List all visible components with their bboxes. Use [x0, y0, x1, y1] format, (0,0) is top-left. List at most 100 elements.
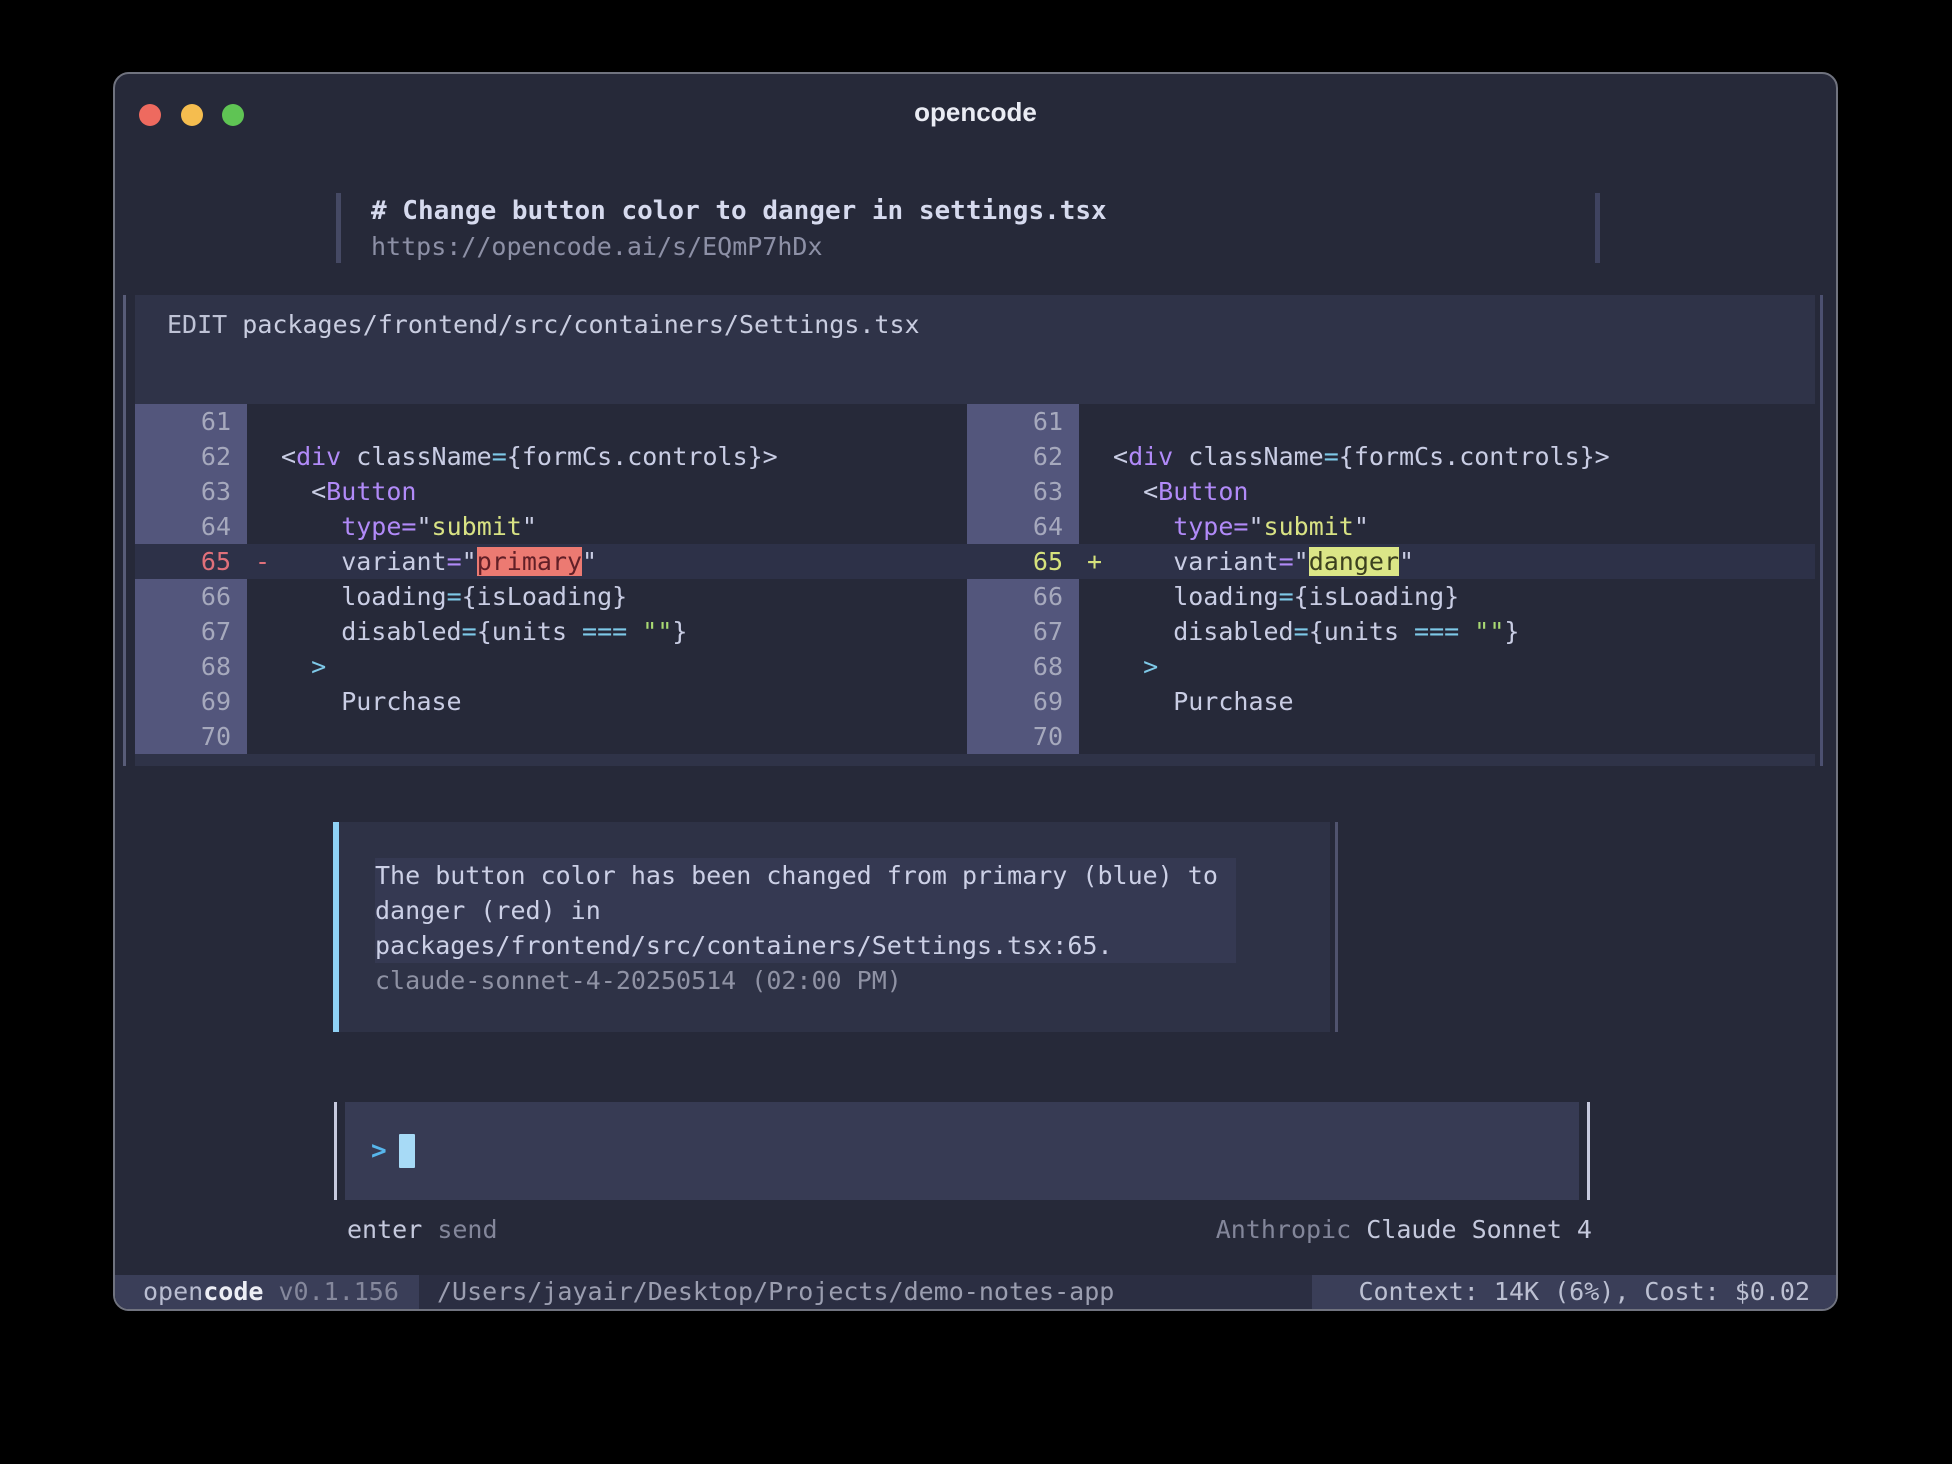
send-action-label: send	[437, 1215, 497, 1244]
app-version: v0.1.156	[279, 1277, 399, 1306]
app-version-segment: opencode v0.1.156	[115, 1275, 419, 1309]
code-text: Purchase	[281, 684, 462, 719]
enter-key-label: enter	[347, 1215, 422, 1244]
line-number: 68	[967, 649, 1079, 684]
code-text: <Button	[281, 474, 416, 509]
line-number: 69	[967, 684, 1079, 719]
window-title: opencode	[115, 74, 1836, 150]
line-number: 61	[967, 404, 1079, 439]
diff-marker	[247, 649, 281, 684]
line-number: 63	[135, 474, 247, 509]
code-text: Purchase	[1113, 684, 1294, 719]
diff-marker	[1079, 684, 1113, 719]
assistant-message-line: danger (red) in	[375, 893, 1218, 928]
diff-line: 67 disabled={units === ""}	[135, 614, 967, 649]
code-text: disabled={units === ""}	[281, 614, 687, 649]
diff-marker	[1079, 579, 1113, 614]
line-number: 67	[967, 614, 1079, 649]
prompt-input[interactable]: >	[345, 1102, 1579, 1200]
code-text: <div className={formCs.controls}>	[1113, 439, 1610, 474]
opencode-window: opencode # Change button color to danger…	[113, 72, 1838, 1311]
assistant-message-line: packages/frontend/src/containers/Setting…	[375, 928, 1218, 963]
code-text: <Button	[1113, 474, 1248, 509]
diff-marker	[247, 439, 281, 474]
diff-marker	[247, 579, 281, 614]
diff-line: 64type="submit"	[135, 509, 967, 544]
code-text: type="submit"	[1113, 509, 1369, 544]
line-number: 61	[135, 404, 247, 439]
diff-marker: -	[247, 544, 281, 579]
prompt-symbol: >	[371, 1136, 387, 1166]
session-header: # Change button color to danger in setti…	[371, 194, 1107, 264]
edit-panel-scrollbar-right	[1820, 295, 1823, 766]
line-number: 64	[135, 509, 247, 544]
line-number: 70	[135, 719, 247, 754]
diff-line: 69 Purchase	[135, 684, 967, 719]
model-label: Claude Sonnet 4	[1366, 1215, 1592, 1244]
close-button[interactable]	[139, 104, 161, 126]
diff-marker	[247, 509, 281, 544]
assistant-message: The button color has been changed from p…	[339, 822, 1330, 1032]
diff-line: 65-variant="primary"	[135, 544, 967, 579]
line-number: 65	[135, 544, 247, 579]
hints-row: enter send Anthropic Claude Sonnet 4	[347, 1212, 1592, 1247]
diff-line: 64 type="submit"	[967, 509, 1815, 544]
code-text: >	[1113, 649, 1158, 684]
send-hint: enter send	[347, 1212, 498, 1247]
line-number: 65	[967, 544, 1079, 579]
diff-line: 63 <Button	[967, 474, 1815, 509]
diff-marker	[247, 474, 281, 509]
code-text: variant="danger"	[1113, 544, 1414, 579]
line-number: 70	[967, 719, 1079, 754]
diff-marker	[1079, 439, 1113, 474]
diff-line: 69 Purchase	[967, 684, 1815, 719]
model-indicator: Anthropic Claude Sonnet 4	[1216, 1212, 1592, 1247]
line-number: 62	[135, 439, 247, 474]
app-name: open	[143, 1277, 203, 1306]
diff-marker: +	[1079, 544, 1113, 579]
line-number: 64	[967, 509, 1079, 544]
diff-line: 63 <Button	[135, 474, 967, 509]
diff-marker	[1079, 474, 1113, 509]
working-directory: /Users/jayair/Desktop/Projects/demo-note…	[437, 1275, 1114, 1309]
diff-marker	[247, 684, 281, 719]
line-number: 66	[135, 579, 247, 614]
diff-marker	[247, 614, 281, 649]
line-number: 67	[135, 614, 247, 649]
diff-line: 62 <div className={formCs.controls}>	[967, 439, 1815, 474]
diff-marker	[1079, 719, 1113, 754]
session-header-left-bar	[336, 193, 341, 263]
code-text: variant="primary"	[281, 544, 597, 579]
diff-line: 68>	[135, 649, 967, 684]
assistant-message-meta: claude-sonnet-4-20250514 (02:00 PM)	[375, 963, 1330, 998]
session-share-url[interactable]: https://opencode.ai/s/EQmP7hDx	[371, 229, 1107, 264]
diff-line: 61	[135, 404, 967, 439]
diff-line: 68 >	[967, 649, 1815, 684]
zoom-button[interactable]	[222, 104, 244, 126]
code-text: loading={isLoading}	[281, 579, 627, 614]
diff-line: 66loading={isLoading}	[967, 579, 1815, 614]
code-text: <div className={formCs.controls}>	[281, 439, 778, 474]
diff-line: 70	[135, 719, 967, 754]
line-number: 68	[135, 649, 247, 684]
diff-line: 62 <div className={formCs.controls}>	[135, 439, 967, 474]
edit-panel-scrollbar-left	[123, 295, 126, 766]
assistant-message-line: The button color has been changed from p…	[375, 858, 1218, 893]
diff-line: 67 disabled={units === ""}	[967, 614, 1815, 649]
diff-line: 61	[967, 404, 1815, 439]
line-number: 63	[967, 474, 1079, 509]
code-text: disabled={units === ""}	[1113, 614, 1519, 649]
diff-marker	[247, 404, 281, 439]
line-number: 69	[135, 684, 247, 719]
edit-tool-label: EDIT	[167, 310, 227, 339]
diff-marker	[1079, 509, 1113, 544]
minimize-button[interactable]	[181, 104, 203, 126]
status-bar: opencode v0.1.156 /Users/jayair/Desktop/…	[115, 1275, 1836, 1309]
diff-marker	[247, 719, 281, 754]
diff-line: 65+variant="danger"	[967, 544, 1815, 579]
diff-pane-right: 6162 <div className={formCs.controls}> 63 <…	[967, 404, 1815, 754]
diff-marker	[1079, 614, 1113, 649]
edit-tool-panel: EDIT packages/frontend/src/containers/Se…	[135, 295, 1815, 766]
diff-marker	[1079, 404, 1113, 439]
line-number: 62	[967, 439, 1079, 474]
